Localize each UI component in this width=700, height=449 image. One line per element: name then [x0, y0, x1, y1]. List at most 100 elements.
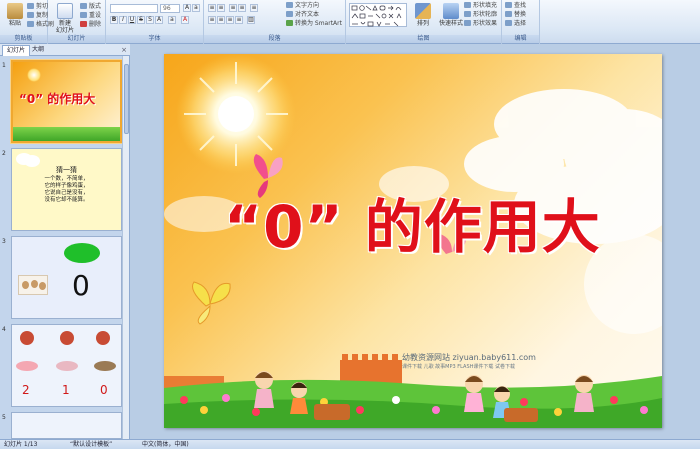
font-name-combo[interactable] — [110, 4, 158, 13]
new-slide-icon — [57, 3, 73, 19]
slide-title[interactable]: “0” 的作用大 — [224, 194, 601, 260]
font-size-combo[interactable]: 96 — [160, 4, 180, 13]
replace-icon — [505, 11, 512, 17]
align-right-button[interactable]: ≡ — [226, 16, 234, 24]
layout-button[interactable]: 版式 — [80, 3, 101, 11]
shadow-button[interactable]: S — [146, 16, 154, 24]
new-slide-button[interactable]: 新建 幻灯片 — [52, 3, 78, 34]
layout-icon — [80, 3, 87, 9]
slides-panel: 幻灯片 大纲 × 1 “0” 的作用大 2 猜一猜 一个数，不简单， 它的样子像… — [0, 44, 130, 439]
cloud-image — [16, 153, 32, 165]
reset-button[interactable]: 重设 — [80, 12, 101, 20]
drawing-group-label: 绘图 — [346, 35, 501, 43]
slides-group: 新建 幻灯片 版式 重设 删除 幻灯片 — [48, 0, 106, 44]
slide-thumbnail-4[interactable]: 2 1 0 — [11, 324, 122, 407]
sun-image — [27, 68, 41, 82]
arrange-button[interactable]: 排列 — [410, 3, 436, 33]
cut-button[interactable]: 剪切 — [27, 3, 48, 11]
bullets-button[interactable]: ≡ — [208, 4, 216, 12]
slide-number: 1 — [2, 62, 6, 69]
replace-button[interactable]: 替换 — [505, 11, 526, 19]
slide-editing-area: “0” 的作用大 幼教资源网站 ziyuan.baby611.com 课件下载 … — [131, 44, 700, 439]
slide-thumbnail-5[interactable] — [11, 412, 122, 439]
slide-thumbnail-1[interactable]: “0” 的作用大 — [11, 60, 122, 143]
grass-image — [13, 127, 120, 141]
delete-icon — [80, 21, 87, 27]
columns-button[interactable]: ▥ — [247, 16, 255, 24]
shapes-gallery[interactable] — [349, 3, 407, 27]
paste-button[interactable]: 粘贴 — [2, 3, 28, 33]
delete-button[interactable]: 删除 — [80, 21, 101, 29]
digit-two: 2 — [22, 383, 30, 397]
slides-group-label: 幻灯片 — [48, 35, 105, 43]
quick-styles-button[interactable]: 快速样式 — [438, 3, 464, 33]
bold-button[interactable]: B — [110, 16, 118, 24]
watermark-text: 幼教资源网站 ziyuan.baby611.com — [402, 353, 536, 362]
slide-number: 3 — [2, 238, 6, 245]
convert-smartart-button[interactable]: 转换为 SmartArt — [286, 20, 342, 28]
close-icon[interactable]: × — [121, 46, 127, 54]
digit-one: 1 — [62, 383, 70, 397]
slide-count-status: 幻灯片 1/13 — [4, 441, 38, 448]
decrease-indent-button[interactable]: ≡ — [229, 4, 237, 12]
font-group-label: 字体 — [106, 35, 203, 43]
scrollbar-thumb[interactable] — [124, 64, 129, 134]
slide-number: 5 — [2, 414, 6, 421]
empty-plate-image — [94, 361, 116, 371]
paragraph-group: ≡ ≡ ≡ ≡ ≡ ≡ ≡ ≡ ≡ ▥ 文字方向 对齐文本 转换为 SmartA… — [204, 0, 346, 44]
numbering-button[interactable]: ≡ — [217, 4, 225, 12]
italic-button[interactable]: I — [119, 16, 127, 24]
tab-slides[interactable]: 幻灯片 — [2, 45, 31, 56]
brush-icon — [27, 21, 34, 27]
text-direction-button[interactable]: 文字方向 — [286, 2, 319, 10]
digit-zero: 0 — [72, 269, 90, 302]
slide-number: 2 — [2, 150, 6, 157]
cursor-icon — [505, 20, 512, 26]
slide-thumbnail-2[interactable]: 猜一猜 一个数，不简单， 它的样子像鸡蛋， 它说自己是没有， 没有它却不能算。 — [11, 148, 122, 231]
change-case-button[interactable]: a — [168, 16, 176, 24]
line-spacing-button[interactable]: ≡ — [250, 4, 258, 12]
sun-image — [176, 54, 296, 174]
align-left-button[interactable]: ≡ — [208, 16, 216, 24]
font-color-button[interactable]: A — [181, 16, 189, 24]
butterfly-image — [192, 281, 231, 325]
align-center-button[interactable]: ≡ — [217, 16, 225, 24]
slide-thumbnail-3[interactable]: 0 — [11, 236, 122, 319]
reset-icon — [80, 12, 87, 18]
effects-icon — [464, 20, 471, 26]
riddle-text: 一个数，不简单， 它的样子像鸡蛋， 它说自己是没有， 没有它却不能算。 — [44, 176, 89, 203]
drawing-group: 排列 快速样式 形状填充 形状轮廓 形状效果 绘图 — [346, 0, 502, 44]
digit-zero: 0 — [100, 383, 108, 397]
shape-effects-button[interactable]: 形状效果 — [464, 20, 497, 28]
panel-tabs: 幻灯片 大纲 × — [0, 44, 130, 56]
thumb-title: “0” 的作用大 — [19, 92, 96, 106]
green-oval — [64, 243, 100, 263]
eggs-image — [18, 275, 48, 295]
shrink-font-button[interactable]: a — [192, 4, 200, 12]
smartart-icon — [286, 20, 293, 26]
thumb-heading: 猜一猜 — [56, 166, 77, 174]
increase-indent-button[interactable]: ≡ — [238, 4, 246, 12]
underline-button[interactable]: U — [128, 16, 136, 24]
select-button[interactable]: 选择 — [505, 20, 526, 28]
align-text-icon — [286, 11, 293, 17]
shape-fill-button[interactable]: 形状填充 — [464, 2, 497, 10]
strikethrough-button[interactable]: S — [137, 16, 145, 24]
align-text-button[interactable]: 对齐文本 — [286, 11, 319, 19]
justify-button[interactable]: ≡ — [235, 16, 243, 24]
tab-outline[interactable]: 大纲 — [28, 45, 48, 56]
shape-outline-button[interactable]: 形状轮廓 — [464, 11, 497, 19]
copy-icon — [27, 12, 34, 18]
text-direction-icon — [286, 2, 293, 8]
grow-font-button[interactable]: A — [183, 4, 191, 12]
current-slide[interactable]: “0” 的作用大 幼教资源网站 ziyuan.baby611.com 课件下载 … — [164, 54, 662, 428]
find-button[interactable]: 查找 — [505, 2, 526, 10]
char-spacing-button[interactable]: A — [155, 16, 163, 24]
panel-scrollbar[interactable] — [122, 56, 129, 439]
clipboard-group: 粘贴 剪切 复制 格式刷 剪贴板 — [0, 0, 54, 44]
peach-plate-image — [16, 361, 38, 371]
monkey-image — [96, 331, 110, 345]
monkey-image — [60, 331, 74, 345]
copy-button[interactable]: 复制 — [27, 12, 48, 20]
peach-plate-image — [56, 361, 78, 371]
